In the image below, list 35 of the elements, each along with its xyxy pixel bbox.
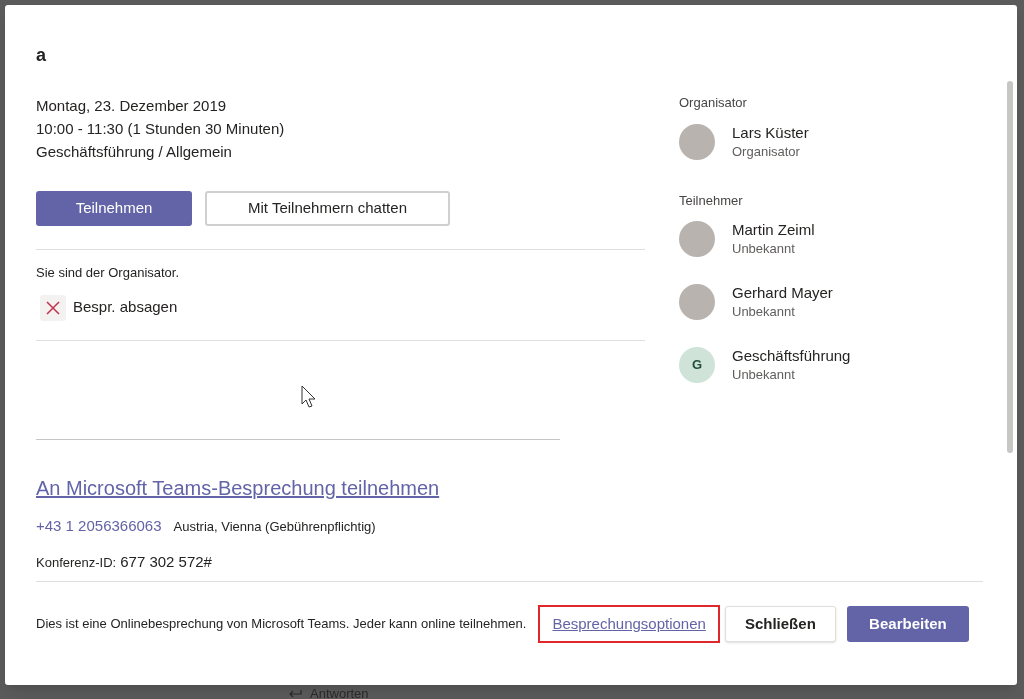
cancel-meeting-link[interactable]: Bespr. absagen [73,296,178,319]
person-status: Unbekannt [732,366,796,384]
meeting-detail: Geschäftsführung / Allgemein [36,142,233,162]
close-button[interactable]: Schließen [724,606,836,642]
cancel-icon[interactable] [40,294,66,321]
meeting-options-link[interactable]: Besprechungsoptionen [538,605,720,643]
mouse-cursor-icon [301,385,317,409]
avatar-placeholder [679,284,715,320]
person-name: Lars Küster [732,122,809,143]
phone-location: Austria, Vienna (Gebührenpflichtig) [173,517,376,536]
person-status: Unbekannt [732,303,796,321]
conference-id-label: Konferenz-ID: [36,554,117,572]
phone-link[interactable]: +43 1 2056366063 [36,514,162,537]
chat-button[interactable]: Mit Teilnehmern chatten [205,191,450,226]
reply-arrow-icon [288,688,302,699]
avatar-initial: G [679,347,715,383]
conference-id: 677 302 572# [120,552,212,572]
section-heading: Organisator [679,94,748,112]
avatar-placeholder [679,221,715,257]
edit-button[interactable]: Bearbeiten [846,606,969,642]
meeting-detail: 10:00 - 11:30 (1 Stunden 30 Minuten) [36,119,286,139]
person-status: Organisator [732,142,801,161]
person-name: Geschäftsführung [732,346,851,366]
organizer-note: Sie sind der Organisator. [36,264,181,282]
join-button[interactable]: Teilnehmen [36,191,192,226]
footer-note: Dies ist eine Onlinebesprechung von Microsoft Teams. Jeder kann online teilnehmen. [36,615,527,634]
person-status: Unbekannt [732,240,796,258]
scrollbar-thumb[interactable] [1007,81,1013,453]
join-meeting-link[interactable]: An Microsoft Teams-Besprechung teilnehmen [36,472,440,503]
person-name: Martin Zeiml [732,220,815,240]
avatar-placeholder [679,123,715,160]
section-heading: Teilnehmer [679,191,744,210]
dialog-title: a [36,44,47,67]
person-name: Gerhard Mayer [732,283,833,303]
meeting-detail: Montag, 23. Dezember 2019 [36,96,228,116]
